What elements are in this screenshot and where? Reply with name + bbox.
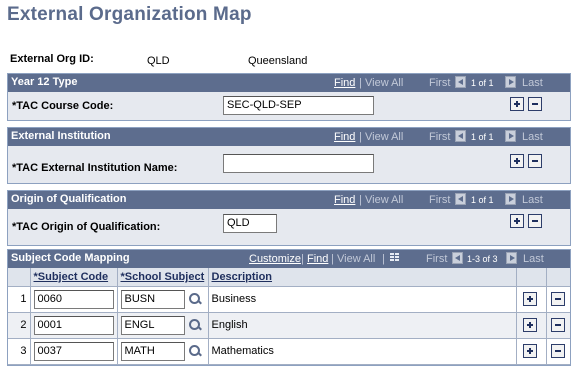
- institution-last-label: Last: [522, 131, 543, 143]
- nav-sep: |: [359, 194, 362, 206]
- subject-table: *Subject Code *School Subject Descriptio…: [8, 268, 570, 365]
- delete-row-icon[interactable]: [528, 97, 542, 111]
- customize-link[interactable]: Customize: [249, 253, 301, 265]
- year12-title: Year 12 Type: [11, 76, 78, 88]
- add-row-icon[interactable]: [510, 214, 524, 228]
- nav-sep: |: [359, 77, 362, 89]
- year12-header: Year 12 Type Find | View All First 1 of …: [8, 74, 570, 92]
- origin-find-link[interactable]: Find: [334, 194, 355, 206]
- institution-header: External Institution Find | View All Fir…: [8, 128, 570, 146]
- delete-row-icon[interactable]: [550, 291, 565, 306]
- table-row: 3 0037 MATH Mathematics: [8, 338, 570, 365]
- delete-row-icon[interactable]: [550, 317, 565, 332]
- nav-sep: |: [382, 253, 385, 265]
- add-row-icon[interactable]: [522, 291, 537, 306]
- subject-grid: Subject Code Mapping Customize | Find | …: [7, 249, 571, 366]
- institution-scroll-area: External Institution Find | View All Fir…: [7, 127, 571, 184]
- origin-scroll-area: Origin of Qualification Find | View All …: [7, 190, 571, 246]
- school-subject-input[interactable]: ENGL: [120, 315, 185, 335]
- row-number: 1: [8, 286, 31, 313]
- row-number: 2: [8, 312, 31, 339]
- description-cell: Business: [208, 286, 517, 313]
- page-title: External Organization Map: [7, 4, 252, 25]
- tac-course-code-input[interactable]: SEC-QLD-SEP: [223, 96, 374, 115]
- subject-code-input[interactable]: 0037: [33, 341, 114, 361]
- institution-first-label: First: [429, 131, 451, 143]
- subject-code-input[interactable]: 0001: [33, 315, 114, 335]
- school-subject-input[interactable]: BUSN: [120, 289, 185, 309]
- year12-view-all[interactable]: View All: [365, 77, 403, 89]
- ext-org-description: Queensland: [248, 55, 308, 67]
- row-number: 3: [8, 338, 31, 365]
- add-row-icon[interactable]: [510, 154, 524, 168]
- first-arrow-icon[interactable]: [455, 76, 466, 88]
- year12-first-label: First: [429, 77, 451, 89]
- last-arrow-icon[interactable]: [505, 193, 516, 205]
- tac-course-code-label: *TAC Course Code:: [12, 100, 114, 112]
- last-arrow-icon[interactable]: [505, 76, 516, 88]
- grid-last-label: Last: [523, 253, 544, 265]
- grid-download-icon[interactable]: [389, 252, 400, 262]
- col-school-subject[interactable]: *School Subject: [117, 268, 209, 287]
- year12-count: 1 of 1: [471, 78, 494, 88]
- lookup-icon[interactable]: [188, 344, 202, 358]
- delete-row-icon[interactable]: [528, 154, 542, 168]
- delete-col-header: [546, 268, 570, 287]
- delete-row-icon[interactable]: [528, 214, 542, 228]
- row-num-header: [8, 268, 31, 287]
- tac-origin-label: *TAC Origin of Qualification:: [12, 221, 161, 233]
- subject-grid-header: Subject Code Mapping Customize | Find | …: [8, 250, 570, 268]
- table-row: 2 0001 ENGL English: [8, 312, 570, 339]
- grid-view-all[interactable]: View All: [337, 253, 375, 265]
- lookup-icon[interactable]: [188, 318, 202, 332]
- tac-institution-name-label: *TAC External Institution Name:: [12, 162, 178, 174]
- grid-first-label: First: [426, 253, 448, 265]
- description-cell: English: [208, 312, 517, 339]
- institution-title: External Institution: [11, 130, 111, 142]
- ext-org-id-label: External Org ID:: [10, 53, 94, 65]
- school-subject-input[interactable]: MATH: [120, 341, 185, 361]
- col-subject-code[interactable]: *Subject Code: [30, 268, 118, 287]
- year12-last-label: Last: [522, 77, 543, 89]
- col-description[interactable]: Description: [208, 268, 517, 287]
- origin-title: Origin of Qualification: [11, 193, 127, 205]
- lookup-icon[interactable]: [188, 292, 202, 306]
- institution-count: 1 of 1: [471, 132, 494, 142]
- table-row: 1 0060 BUSN Business: [8, 286, 570, 313]
- year12-scroll-area: Year 12 Type Find | View All First 1 of …: [7, 73, 571, 121]
- tac-institution-name-input[interactable]: [223, 154, 374, 173]
- nav-sep: |: [331, 253, 334, 265]
- last-arrow-icon[interactable]: [505, 130, 516, 142]
- origin-first-label: First: [429, 194, 451, 206]
- origin-view-all[interactable]: View All: [365, 194, 403, 206]
- first-arrow-icon[interactable]: [455, 193, 466, 205]
- description-cell: Mathematics: [208, 338, 517, 365]
- delete-row-icon[interactable]: [550, 343, 565, 358]
- grid-find-link[interactable]: Find: [307, 253, 328, 265]
- subject-grid-title: Subject Code Mapping: [11, 252, 130, 264]
- first-arrow-icon[interactable]: [455, 130, 466, 142]
- origin-count: 1 of 1: [471, 195, 494, 205]
- add-row-icon[interactable]: [522, 317, 537, 332]
- nav-sep: |: [359, 131, 362, 143]
- origin-header: Origin of Qualification Find | View All …: [8, 191, 570, 209]
- grid-count: 1-3 of 3: [467, 254, 498, 264]
- add-col-header: [516, 268, 547, 287]
- subject-code-input[interactable]: 0060: [33, 289, 114, 309]
- tac-origin-input[interactable]: QLD: [223, 214, 277, 233]
- year12-find-link[interactable]: Find: [334, 77, 355, 89]
- add-row-icon[interactable]: [522, 343, 537, 358]
- add-row-icon[interactable]: [510, 97, 524, 111]
- institution-view-all[interactable]: View All: [365, 131, 403, 143]
- nav-sep: |: [301, 253, 304, 265]
- first-arrow-icon[interactable]: [452, 252, 463, 264]
- last-arrow-icon[interactable]: [506, 252, 517, 264]
- origin-last-label: Last: [522, 194, 543, 206]
- institution-find-link[interactable]: Find: [334, 131, 355, 143]
- ext-org-id-value: QLD: [147, 55, 170, 67]
